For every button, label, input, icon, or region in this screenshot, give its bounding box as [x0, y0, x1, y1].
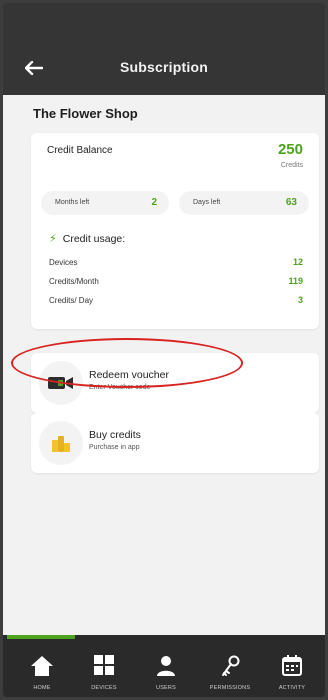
phone-frame: Subscription The Flower Shop Credit Bala… — [3, 3, 325, 697]
home-icon — [31, 656, 53, 676]
buy-credits-subtitle: Purchase in app — [89, 444, 140, 451]
nav-activity-label: ACTIVITY — [278, 685, 306, 691]
usage-row-label: Credits/ Day — [49, 296, 94, 305]
key-icon — [222, 655, 240, 676]
months-left-label: Months left — [55, 199, 90, 206]
page-title: Subscription — [120, 59, 208, 75]
voucher-icon-circle — [39, 361, 83, 405]
credit-balance-value: 250 — [277, 141, 303, 158]
nav-activity[interactable]: ACTIVITY — [261, 641, 323, 695]
redeem-voucher-button[interactable]: Redeem voucher Enter Voucher code — [31, 353, 319, 413]
nav-permissions-label: PERMISSIONS — [209, 685, 251, 691]
days-left-pill: Days left 63 — [179, 191, 309, 215]
subscription-content: The Flower Shop Credit Balance 250 Credi… — [3, 95, 325, 635]
nav-home[interactable]: HOME — [11, 641, 73, 695]
usage-row-value: 3 — [297, 295, 303, 305]
lightning-icon: ⚡ — [49, 233, 57, 245]
buy-credits-button[interactable]: Buy credits Purchase in app — [31, 413, 319, 473]
usage-row-devices: Devices 12 — [49, 257, 303, 272]
nav-devices-label: DEVICES — [91, 685, 117, 691]
app-bar: Subscription — [3, 3, 325, 95]
usage-row-label: Devices — [49, 258, 78, 267]
coins-icon — [52, 436, 70, 452]
nav-users-label: USERS — [156, 685, 176, 691]
redeem-voucher-subtitle: Enter Voucher code — [89, 384, 151, 391]
credit-usage-heading: ⚡ Credit usage: — [49, 232, 125, 245]
credit-usage-title: Credit usage: — [62, 233, 126, 245]
usage-row-credits-month: Credits/Month 119 — [49, 276, 303, 291]
calendar-icon — [282, 655, 302, 676]
nav-home-label: HOME — [33, 685, 51, 691]
months-left-value: 2 — [151, 197, 157, 208]
credit-balance-card: Credit Balance 250 Credits Months left 2… — [31, 133, 319, 329]
user-icon — [157, 656, 175, 676]
redeem-voucher-title: Redeem voucher — [89, 369, 169, 381]
usage-row-label: Credits/Month — [49, 277, 99, 286]
nav-permissions[interactable]: PERMISSIONS — [199, 641, 261, 695]
days-left-label: Days left — [193, 199, 221, 206]
usage-row-value: 119 — [288, 276, 303, 286]
usage-row-credits-day: Credits/ Day 3 — [49, 295, 303, 310]
months-left-pill: Months left 2 — [41, 191, 169, 215]
credit-balance-unit: Credits — [280, 162, 303, 169]
usage-row-value: 12 — [292, 257, 303, 267]
credit-balance-title: Credit Balance — [47, 145, 113, 156]
camera-icon — [48, 377, 73, 389]
shop-name: The Flower Shop — [33, 106, 138, 121]
nav-devices[interactable]: DEVICES — [73, 641, 135, 695]
active-tab-indicator — [7, 635, 75, 639]
grid-icon — [94, 655, 114, 675]
bottom-navigation: HOME DEVICES USERS PERMISSIONS ACTIVITY — [3, 635, 325, 697]
days-left-value: 63 — [285, 197, 297, 208]
buy-credits-icon-circle — [39, 421, 83, 465]
buy-credits-title: Buy credits — [89, 429, 141, 441]
nav-users[interactable]: USERS — [135, 641, 197, 695]
